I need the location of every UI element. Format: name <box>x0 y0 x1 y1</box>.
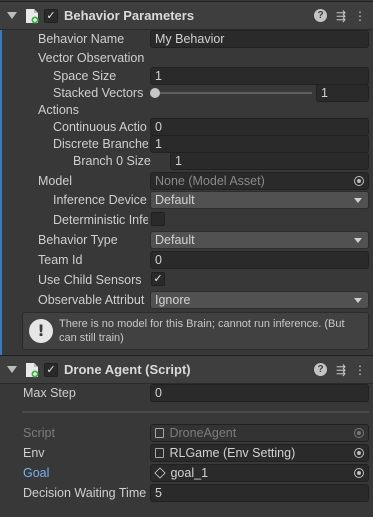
script-icon <box>26 363 39 378</box>
foldout-arrow-icon[interactable] <box>7 12 17 19</box>
actions-label: Actions <box>38 103 79 117</box>
presets-icon[interactable]: ⇶ <box>334 9 348 23</box>
object-picker-icon <box>354 428 364 438</box>
observable-attribute-dropdown[interactable]: Ignore <box>150 291 369 309</box>
use-child-sensors-checkbox[interactable]: ✓ <box>151 272 165 286</box>
deterministic-inference-label: Deterministic Infe <box>53 213 148 227</box>
space-size-label: Space Size <box>53 69 117 83</box>
object-picker-icon[interactable] <box>354 468 364 478</box>
stacked-vectors-field[interactable]: 1 <box>316 84 369 102</box>
help-icon[interactable]: ? <box>314 363 327 376</box>
dropdown-caret-icon <box>354 198 362 203</box>
help-icon[interactable]: ? <box>314 9 327 22</box>
behavior-name-field[interactable]: My Behavior <box>150 30 369 48</box>
component-title: Drone Agent (Script) <box>64 362 191 377</box>
decision-waiting-time-label: Decision Waiting Time <box>23 486 147 500</box>
discrete-branches-label: Discrete Branche <box>53 137 148 151</box>
drone-agent-header[interactable]: ✓ Drone Agent (Script) ? ⇶ ⋮ <box>0 355 373 384</box>
warning-text: There is no model for this Brain; cannot… <box>59 318 345 344</box>
max-step-field[interactable]: 0 <box>150 384 369 402</box>
decision-waiting-time-field[interactable]: 5 <box>150 484 369 502</box>
dropdown-caret-icon <box>354 238 362 243</box>
continuous-actions-label: Continuous Actio <box>53 120 147 134</box>
stacked-vectors-slider-thumb[interactable] <box>150 88 160 98</box>
gameobject-cube-icon <box>154 467 166 479</box>
max-step-label: Max Step <box>23 386 76 400</box>
branch-0-size-field[interactable]: 1 <box>170 152 369 170</box>
observable-attribute-value: Ignore <box>155 293 191 307</box>
env-field[interactable]: RLGame (Env Setting) <box>150 444 369 462</box>
script-file-icon <box>155 448 164 458</box>
model-value: None (Model Asset) <box>155 174 265 188</box>
selection-accent-bar <box>0 30 2 355</box>
script-icon <box>26 9 39 24</box>
space-size-field[interactable]: 1 <box>150 67 369 85</box>
menu-icon[interactable]: ⋮ <box>353 9 367 23</box>
vector-observation-label: Vector Observation <box>38 51 145 65</box>
continuous-actions-field[interactable]: 0 <box>150 118 369 136</box>
goal-field[interactable]: goal_1 <box>150 464 369 482</box>
exclamation-icon: ! <box>29 319 53 343</box>
script-file-icon <box>155 428 164 438</box>
stacked-vectors-slider-track[interactable] <box>154 92 312 94</box>
behavior-type-label: Behavior Type <box>38 233 118 247</box>
inference-device-dropdown[interactable]: Default <box>150 191 369 209</box>
object-picker-icon[interactable] <box>354 176 364 186</box>
use-child-sensors-label: Use Child Sensors <box>38 273 142 287</box>
team-id-label: Team Id <box>38 253 83 267</box>
presets-icon[interactable]: ⇶ <box>334 363 348 377</box>
model-field[interactable]: None (Model Asset) <box>150 172 369 190</box>
branch-0-size-label: Branch 0 Size <box>73 154 151 168</box>
no-model-warning-box: ! There is no model for this Brain; cann… <box>22 312 369 350</box>
model-label: Model <box>38 174 73 188</box>
menu-icon[interactable]: ⋮ <box>353 363 367 377</box>
observable-attribute-label: Observable Attribut <box>38 293 145 307</box>
component-enabled-checkbox[interactable]: ✓ <box>44 9 58 23</box>
deterministic-inference-checkbox[interactable] <box>151 212 165 226</box>
stacked-vectors-label: Stacked Vectors <box>53 86 144 100</box>
script-field: DroneAgent <box>150 424 369 442</box>
goal-label: Goal <box>23 466 50 480</box>
goal-value: goal_1 <box>170 466 209 480</box>
behavior-type-value: Default <box>155 233 195 247</box>
dropdown-caret-icon <box>354 298 362 303</box>
section-divider <box>22 411 369 413</box>
foldout-arrow-icon[interactable] <box>7 366 17 373</box>
inference-device-value: Default <box>155 193 195 207</box>
object-picker-icon[interactable] <box>354 448 364 458</box>
component-enabled-checkbox[interactable]: ✓ <box>44 363 58 377</box>
env-value: RLGame (Env Setting) <box>169 446 296 460</box>
env-label: Env <box>23 446 45 460</box>
script-value: DroneAgent <box>169 426 237 440</box>
inference-device-label: Inference Device <box>53 193 147 207</box>
component-title: Behavior Parameters <box>64 8 195 23</box>
discrete-branches-field[interactable]: 1 <box>150 135 369 153</box>
team-id-field[interactable]: 0 <box>150 251 369 269</box>
script-label: Script <box>23 426 55 440</box>
behavior-parameters-header[interactable]: ✓ Behavior Parameters ? ⇶ ⋮ <box>0 1 373 30</box>
behavior-name-label: Behavior Name <box>38 32 125 46</box>
behavior-type-dropdown[interactable]: Default <box>150 231 369 249</box>
